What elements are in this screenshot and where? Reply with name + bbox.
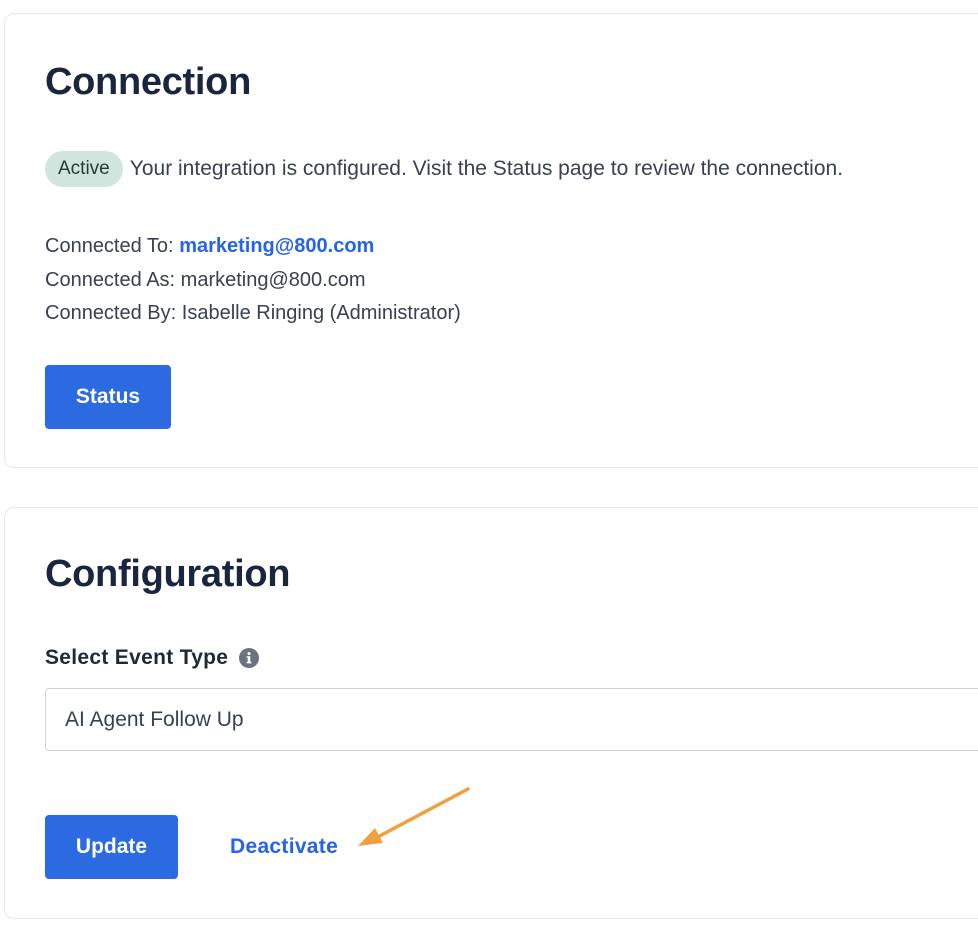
connected-to-link[interactable]: marketing@800.com: [179, 235, 374, 257]
arrow-annotation-icon: [358, 787, 470, 846]
configuration-card: Configuration Select Event Type AI Agent…: [4, 507, 978, 919]
update-button[interactable]: Update: [45, 815, 178, 879]
status-button[interactable]: Status: [45, 365, 171, 429]
connection-card: Connection Active Your integration is co…: [4, 13, 978, 468]
event-type-label-row: Select Event Type: [45, 646, 260, 670]
connected-by-label: Connected By:: [45, 302, 177, 324]
connected-to-label: Connected To:: [45, 235, 174, 257]
connected-as-row: Connected As: marketing@800.com: [45, 264, 461, 298]
page: Connection Active Your integration is co…: [0, 0, 978, 926]
connection-title: Connection: [45, 61, 251, 103]
connected-by-value: Isabelle Ringing (Administrator): [181, 302, 461, 324]
connected-to-row: Connected To: marketing@800.com: [45, 230, 461, 264]
connected-as-label: Connected As:: [45, 268, 176, 291]
connection-details: Connected To: marketing@800.com Connecte…: [45, 230, 461, 331]
configuration-title: Configuration: [45, 553, 291, 595]
info-circle-icon[interactable]: [238, 647, 260, 669]
connected-as-value: marketing@800.com: [180, 268, 366, 291]
event-type-select[interactable]: AI Agent Follow Up: [45, 688, 978, 751]
connection-status-row: Active Your integration is configured. V…: [45, 151, 843, 187]
status-message: Your integration is configured. Visit th…: [129, 157, 844, 180]
status-badge: Active: [45, 151, 123, 187]
connected-by-row: Connected By: Isabelle Ringing (Administ…: [45, 297, 461, 331]
event-type-selected-value: AI Agent Follow Up: [65, 707, 244, 731]
event-type-label: Select Event Type: [45, 646, 229, 669]
deactivate-link[interactable]: Deactivate: [230, 835, 338, 859]
